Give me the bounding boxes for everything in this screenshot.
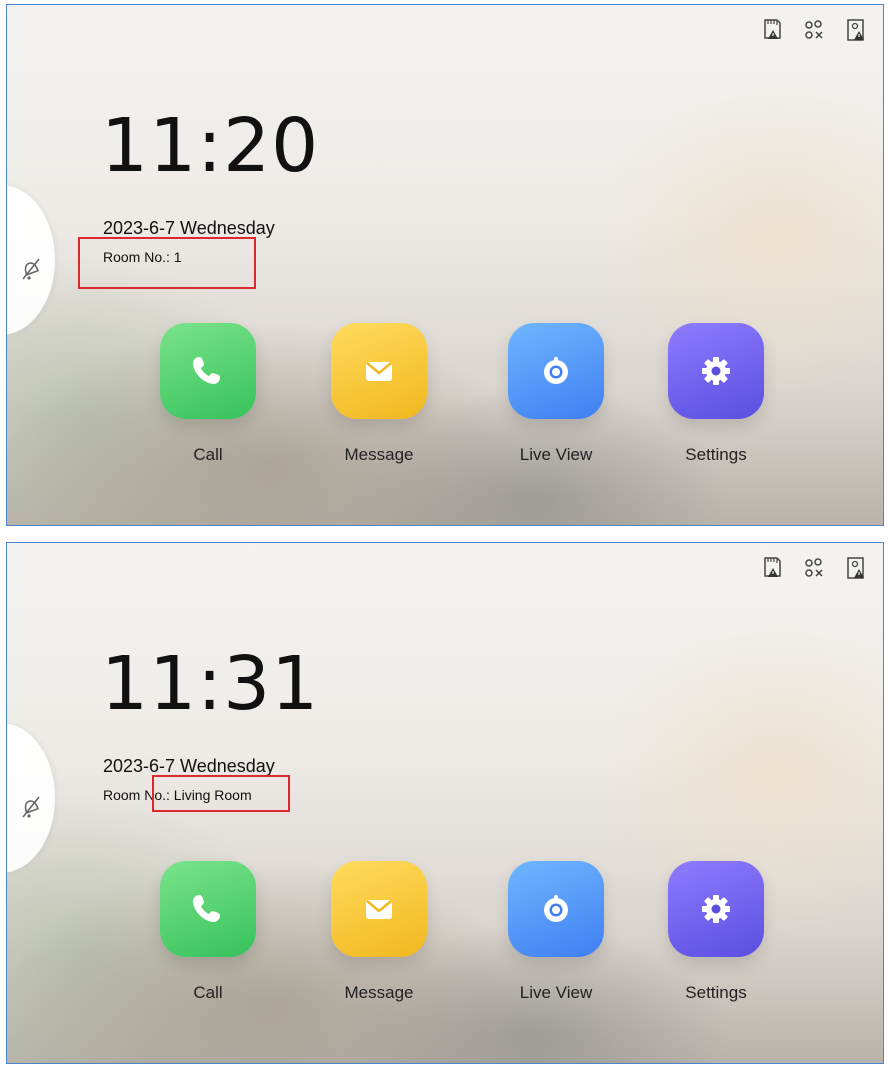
phone-icon (193, 357, 220, 384)
envelope-icon (366, 362, 392, 381)
gear-icon (702, 357, 730, 385)
date-text: 2023-6-7 Wednesday (103, 756, 275, 776)
sd-card-warning-icon[interactable] (759, 17, 785, 43)
call-label: Call (193, 983, 223, 1002)
settings-label: Settings (685, 445, 747, 464)
network-disconnected-icon[interactable] (801, 555, 827, 581)
door-station-warning-icon[interactable] (843, 555, 869, 581)
camera-icon (544, 357, 568, 384)
highlight-box (152, 775, 290, 812)
sd-card-warning-icon[interactable] (759, 555, 785, 581)
clock-time: 11:20 (101, 103, 320, 189)
phone-icon (193, 895, 220, 922)
live-view-app-button[interactable]: Live View (496, 323, 616, 465)
gear-icon (702, 895, 730, 923)
message-app-button[interactable]: Message (319, 861, 439, 1003)
call-app-button[interactable]: Call (148, 861, 268, 1003)
bell-mute-icon[interactable] (19, 255, 43, 283)
live-view-label: Live View (519, 983, 593, 1002)
call-label: Call (193, 445, 223, 464)
date-text: 2023-6-7 Wednesday (103, 218, 275, 238)
message-app-button[interactable]: Message (319, 323, 439, 465)
camera-icon (544, 895, 568, 922)
settings-app-button[interactable]: Settings (656, 861, 776, 1003)
settings-app-button[interactable]: Settings (656, 323, 776, 465)
home-screen-1: 11:20 2023-6-7 Wednesday Room No.: 1 Cal… (6, 4, 884, 526)
bell-mute-icon[interactable] (19, 793, 43, 821)
status-bar (759, 555, 869, 581)
message-label: Message (344, 445, 414, 464)
message-label: Message (344, 983, 414, 1002)
highlight-box (78, 237, 256, 289)
status-bar (759, 17, 869, 43)
envelope-icon (366, 900, 392, 919)
live-view-label: Live View (519, 445, 593, 464)
live-view-app-button[interactable]: Live View (496, 861, 616, 1003)
door-station-warning-icon[interactable] (843, 17, 869, 43)
network-disconnected-icon[interactable] (801, 17, 827, 43)
settings-label: Settings (685, 983, 747, 1002)
clock-time: 11:31 (101, 641, 320, 727)
home-screen-2: 11:31 2023-6-7 Wednesday Room No.: Livin… (6, 542, 884, 1064)
call-app-button[interactable]: Call (148, 323, 268, 465)
